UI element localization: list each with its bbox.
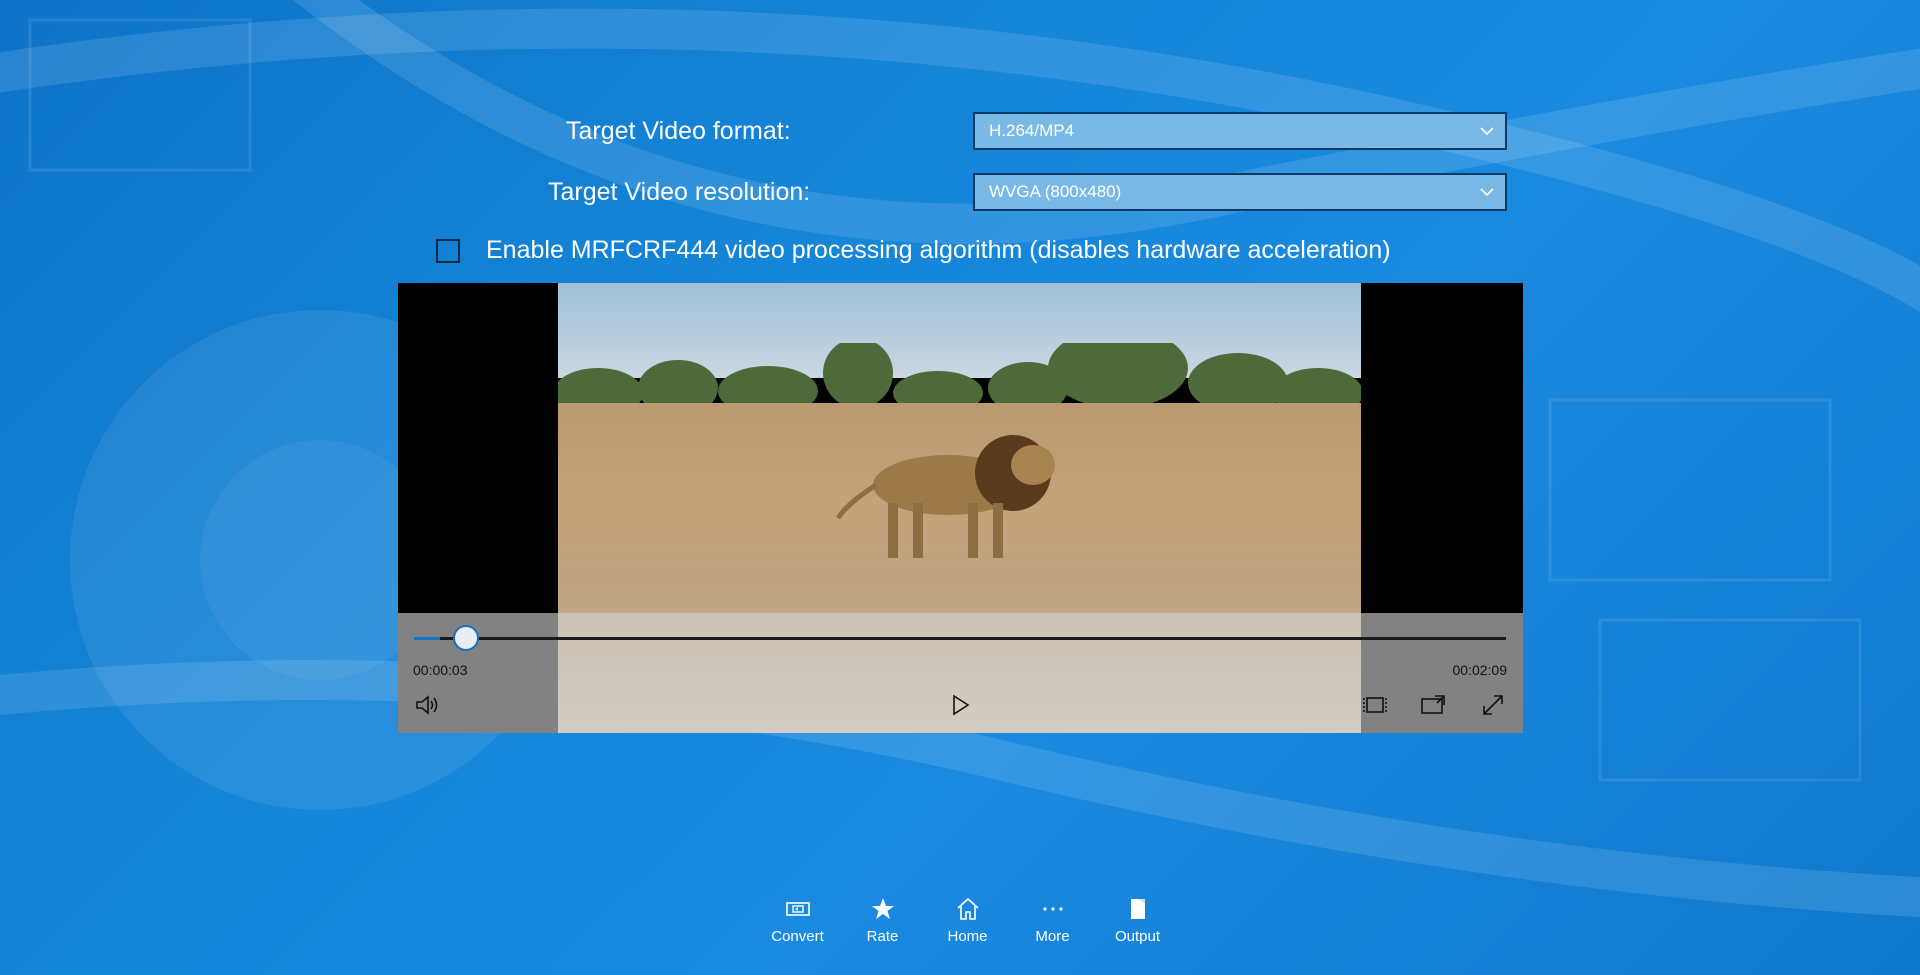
convert-button[interactable]: Convert: [755, 894, 840, 945]
more-button[interactable]: More: [1010, 894, 1095, 945]
convert-icon: [785, 902, 810, 916]
output-button[interactable]: Output: [1095, 894, 1180, 945]
mrfcrf-option[interactable]: Enable MRFCRF444 video processing algori…: [436, 236, 1391, 265]
output-icon: [1130, 899, 1145, 919]
cast-button[interactable]: [1418, 690, 1448, 720]
format-dropdown[interactable]: H.264/MP4: [973, 112, 1507, 150]
convert-label: Convert: [771, 928, 824, 945]
resolution-value: WVGA (800x480): [989, 182, 1122, 201]
seek-thumb[interactable]: [453, 625, 480, 651]
play-button[interactable]: [945, 690, 975, 720]
video-player[interactable]: 00:00:03 00:02:09: [398, 283, 1523, 733]
format-value: H.264/MP4: [989, 121, 1075, 140]
rate-label: Rate: [866, 928, 899, 945]
seek-bar-progress: [414, 637, 441, 640]
format-label: Target Video format:: [566, 117, 791, 145]
aspect-ratio-icon: [1363, 697, 1387, 713]
play-icon: [953, 694, 970, 716]
home-label: Home: [947, 928, 988, 945]
cast-icon: [1421, 695, 1445, 714]
chevron-down-icon: [1480, 127, 1494, 136]
bottom-app-bar: Convert Rate Home More Output: [755, 894, 1180, 945]
home-icon: [956, 897, 979, 920]
aspect-ratio-button[interactable]: [1360, 690, 1390, 720]
player-controls: 00:00:03 00:02:09: [398, 613, 1523, 733]
output-label: Output: [1114, 928, 1161, 945]
home-button[interactable]: Home: [925, 894, 1010, 945]
volume-icon: [416, 695, 438, 715]
resolution-dropdown[interactable]: WVGA (800x480): [973, 173, 1507, 211]
fullscreen-icon: [1483, 695, 1503, 715]
mrfcrf-checkbox[interactable]: [436, 238, 460, 263]
fullscreen-button[interactable]: [1478, 690, 1508, 720]
volume-button[interactable]: [412, 690, 442, 720]
lion-image: [835, 435, 1055, 558]
total-time: 00:02:09: [1452, 662, 1508, 678]
rate-button[interactable]: Rate: [840, 894, 925, 945]
more-icon: [1042, 907, 1063, 911]
star-icon: [871, 898, 894, 919]
current-time: 00:00:03: [413, 662, 468, 678]
more-label: More: [1035, 928, 1070, 945]
seek-bar[interactable]: [414, 637, 1506, 640]
resolution-label: Target Video resolution:: [548, 178, 811, 206]
mrfcrf-checkbox-label: Enable MRFCRF444 video processing algori…: [486, 236, 1391, 264]
chevron-down-icon: [1480, 188, 1494, 197]
